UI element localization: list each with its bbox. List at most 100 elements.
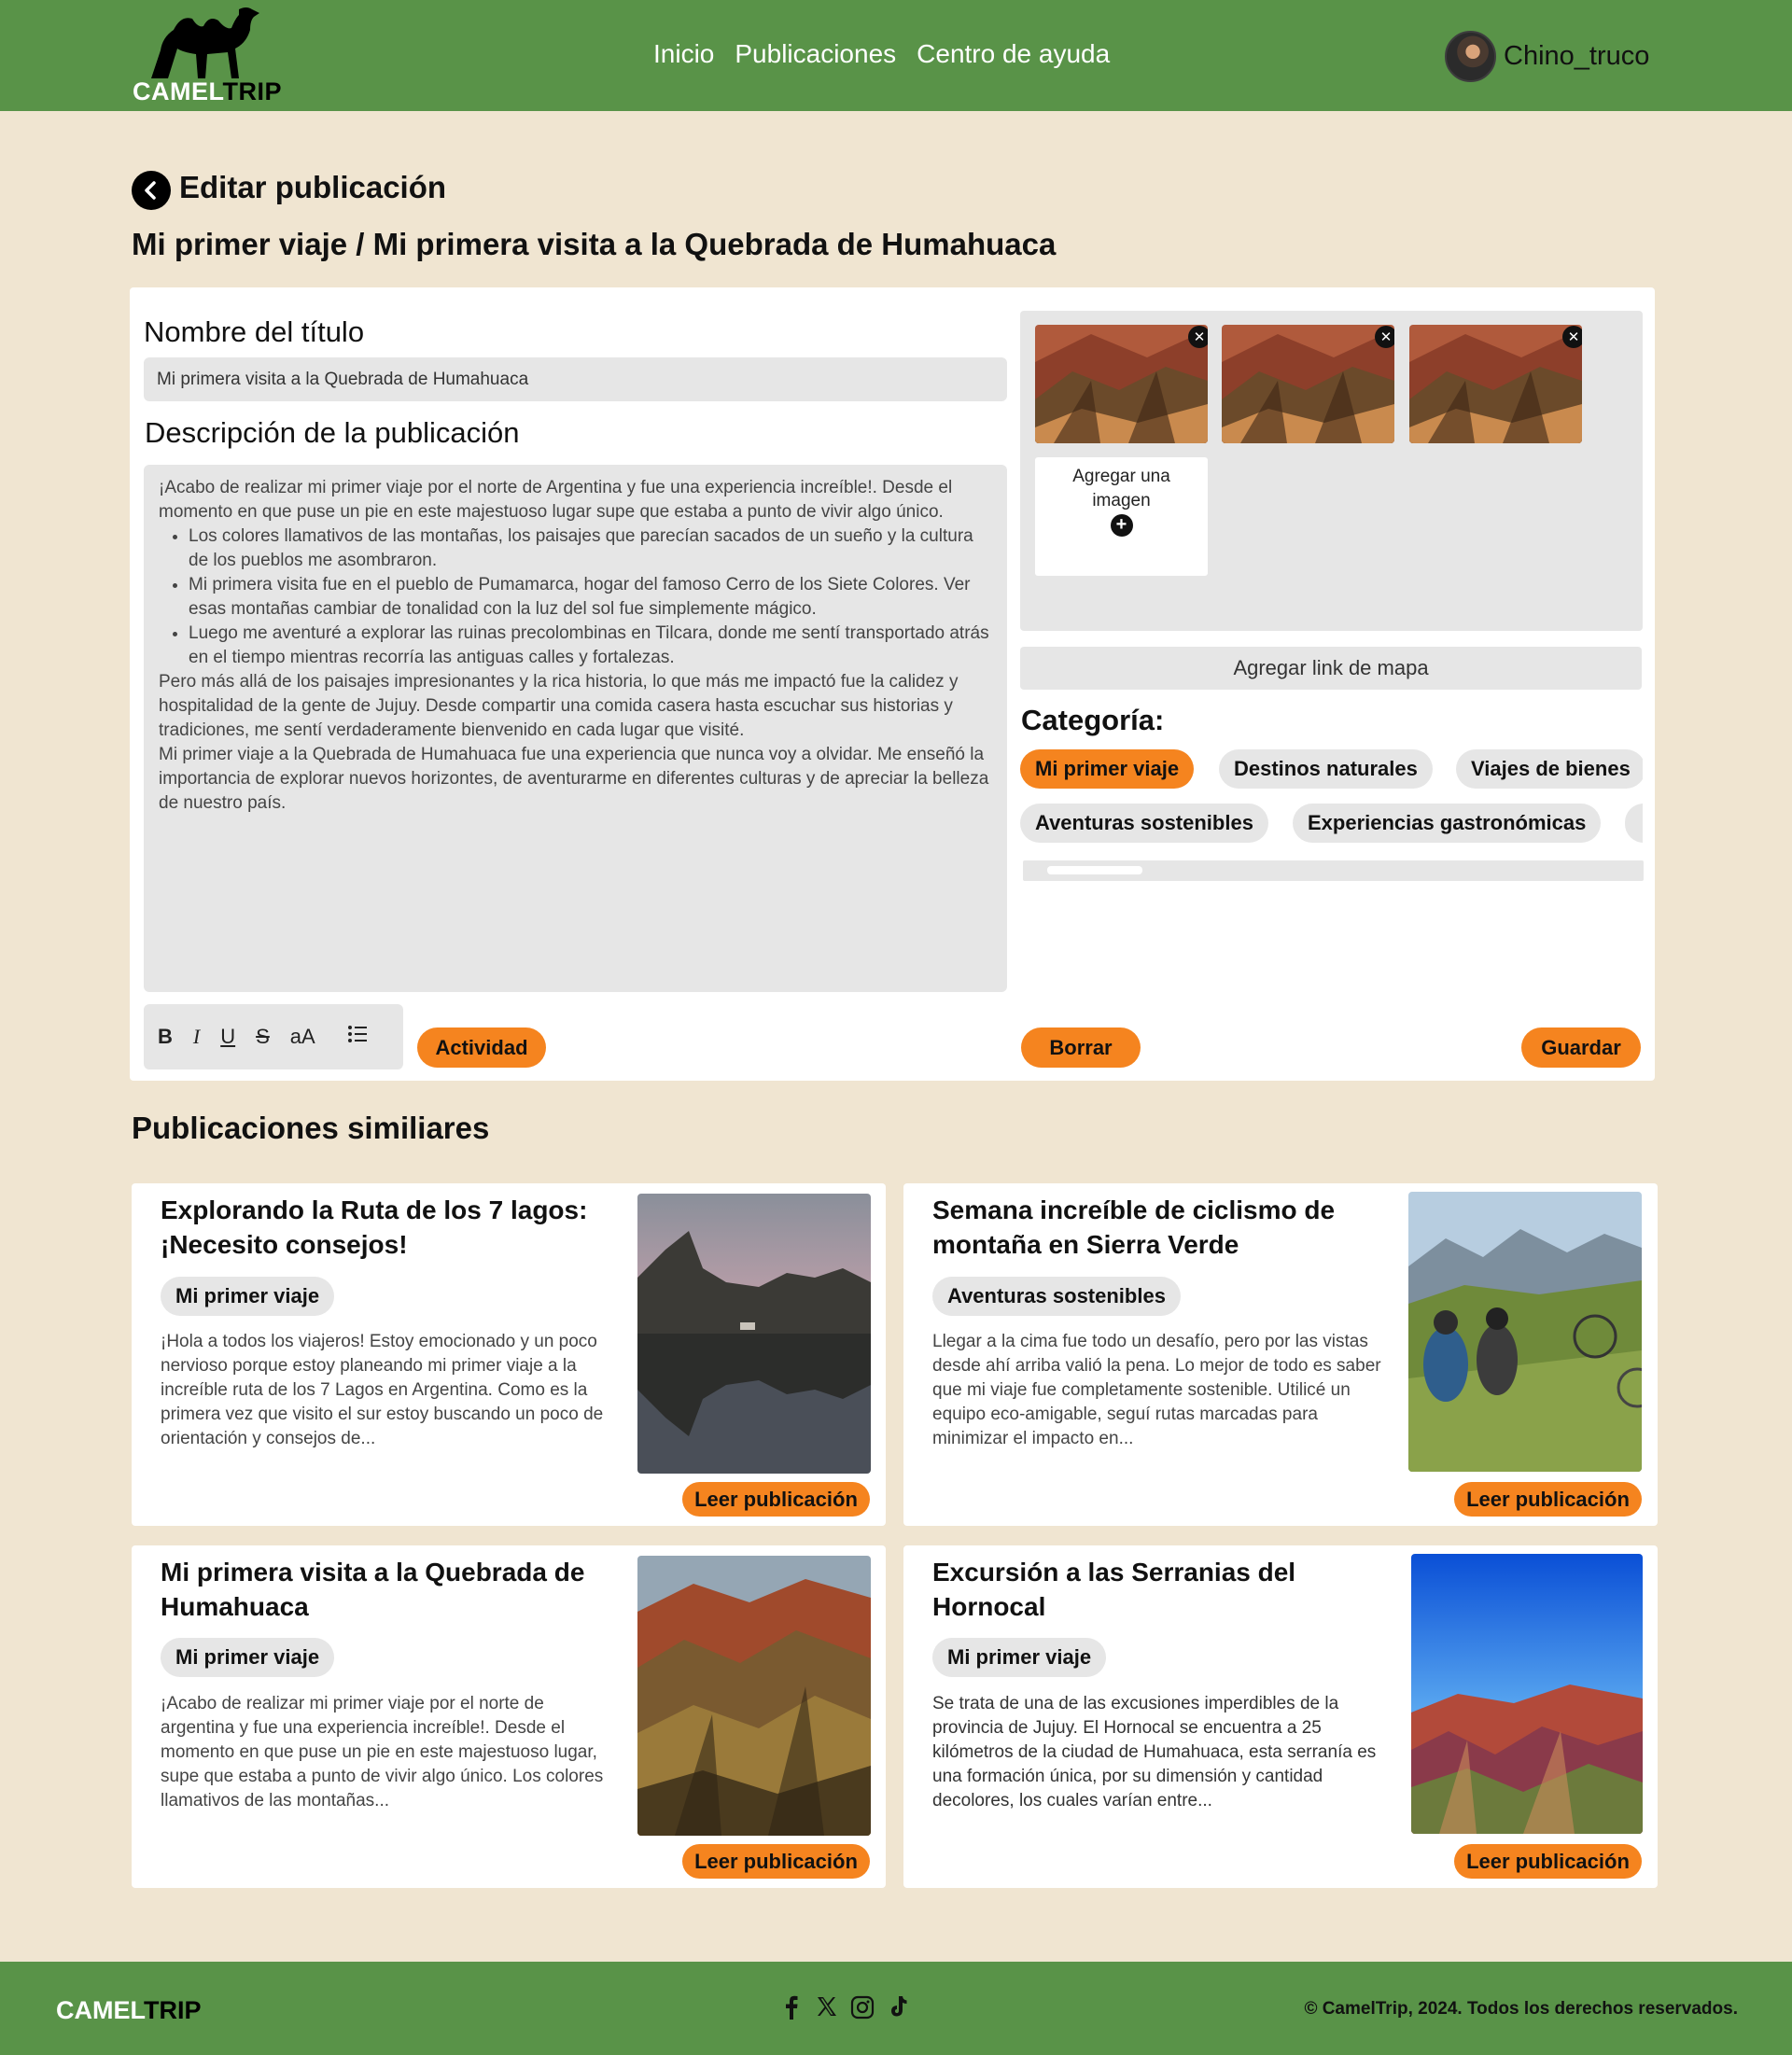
mountain-image <box>1035 325 1208 443</box>
add-image-label: Agregar una imagen <box>1072 467 1170 510</box>
facebook-icon[interactable] <box>779 1995 804 2021</box>
main-nav: Inicio Publicaciones Centro de ayuda <box>653 39 1110 69</box>
post-card-excerpt: ¡Hola a todos los viajeros! Estoy emocio… <box>161 1332 604 1448</box>
hornocal-image <box>1411 1554 1643 1834</box>
post-card-tag: Mi primer viaje <box>161 1277 335 1316</box>
description-bullet: Los colores llamativos de las montañas, … <box>189 524 992 573</box>
italic-button[interactable]: I <box>193 1025 200 1049</box>
description-bullet: Luego me aventuré a explorar las ruinas … <box>189 622 992 670</box>
description-intro: ¡Acabo de realizar mi primer viaje por e… <box>159 478 953 522</box>
remove-image-icon[interactable]: ✕ <box>1375 326 1394 348</box>
x-twitter-icon[interactable] <box>815 1995 839 2021</box>
category-chip-aventuras-sostenibles[interactable]: Aventuras sostenibles <box>1020 804 1268 843</box>
post-card-excerpt: Se trata de una de las excusiones imperd… <box>932 1694 1377 1810</box>
gallery-image[interactable]: ✕ <box>1035 325 1208 443</box>
social-links <box>779 1995 910 2021</box>
user-menu[interactable]: Chino_truco <box>1445 31 1649 82</box>
cyclists-image <box>1408 1192 1642 1472</box>
description-paragraph: Pero más allá de los paisajes impresiona… <box>159 672 959 740</box>
site-footer: CAMELTRIP © CamelTrip, 2024. Todos los d… <box>0 1962 1792 2055</box>
user-name[interactable]: Chino_truco <box>1504 41 1649 72</box>
mountain-image <box>1222 325 1394 443</box>
title-field-label: Nombre del título <box>144 315 365 348</box>
strikethrough-button[interactable]: S <box>256 1025 270 1049</box>
logo-text-dark: TRIP <box>222 77 283 105</box>
category-scrollbar[interactable] <box>1023 860 1644 881</box>
post-card-title[interactable]: Explorando la Ruta de los 7 lagos: ¡Nece… <box>161 1193 618 1262</box>
description-bullet: Mi primera visita fue en el pueblo de Pu… <box>189 573 992 622</box>
breadcrumb: Mi primer viaje / Mi primera visita a la… <box>132 227 1057 261</box>
post-card-image[interactable] <box>1411 1554 1643 1834</box>
edit-post-form: Nombre del título Descripción de la publ… <box>130 287 1655 1081</box>
page-title: Editar publicación <box>179 170 447 204</box>
post-card-image[interactable] <box>1408 1192 1642 1472</box>
logo-text-light: CAMEL <box>133 77 223 105</box>
chevron-left-icon <box>145 181 156 200</box>
read-post-button[interactable]: Leer publicación <box>1454 1844 1642 1879</box>
post-card-tag: Aventuras sostenibles <box>932 1277 1181 1316</box>
cameltrip-logo[interactable]: CAMELTRIP <box>133 6 291 106</box>
title-input[interactable] <box>144 357 1007 401</box>
post-card-image[interactable] <box>637 1556 871 1836</box>
category-chip-mi-primer-viaje[interactable]: Mi primer viaje <box>1020 749 1195 789</box>
description-bullet-list: Los colores llamativos de las montañas, … <box>189 524 992 670</box>
image-gallery: ✕ ✕ ✕ Agregar una imagen + <box>1020 311 1643 631</box>
post-card-tag: Mi primer viaje <box>161 1638 335 1677</box>
category-chip-destinos-naturales[interactable]: Destinos naturales <box>1219 749 1433 789</box>
bold-button[interactable]: B <box>158 1025 173 1049</box>
back-button[interactable] <box>132 171 171 210</box>
post-card: Explorando la Ruta de los 7 lagos: ¡Nece… <box>132 1183 886 1526</box>
remove-image-icon[interactable]: ✕ <box>1188 326 1208 348</box>
text-case-button[interactable]: aA <box>290 1025 315 1049</box>
post-card-title[interactable]: Excursión a las Serranias del Hornocal <box>932 1555 1390 1624</box>
mountain-image <box>637 1556 871 1836</box>
read-post-button[interactable]: Leer publicación <box>682 1844 870 1879</box>
footer-logo-light: CAMEL <box>56 1996 144 2024</box>
save-button[interactable]: Guardar <box>1521 1028 1641 1068</box>
underline-button[interactable]: U <box>220 1025 235 1049</box>
tiktok-icon[interactable] <box>886 1995 910 2021</box>
post-card: Excursión a las Serranias del Hornocal M… <box>903 1545 1658 1888</box>
plus-icon: + <box>1110 514 1133 537</box>
mountain-image <box>1409 325 1582 443</box>
nav-inicio[interactable]: Inicio <box>653 39 714 69</box>
scrollbar-thumb[interactable] <box>1047 866 1142 874</box>
nav-publicaciones[interactable]: Publicaciones <box>735 39 896 69</box>
category-chip-partial[interactable] <box>1625 804 1643 843</box>
add-map-link-button[interactable]: Agregar link de mapa <box>1020 647 1642 690</box>
post-card-title[interactable]: Mi primera visita a la Quebrada de Humah… <box>161 1555 627 1624</box>
post-card-excerpt: Llegar a la cima fue todo un desafío, pe… <box>932 1332 1381 1448</box>
text-format-toolbar: B I U S aA <box>144 1004 403 1069</box>
post-card-excerpt: ¡Acabo de realizar mi primer viaje por e… <box>161 1694 604 1810</box>
lake-image <box>637 1194 871 1474</box>
similar-posts-heading: Publicaciones similiares <box>132 1111 490 1145</box>
nav-centro-ayuda[interactable]: Centro de ayuda <box>917 39 1110 69</box>
footer-logo-dark: TRIP <box>144 1996 202 2024</box>
description-field-label: Descripción de la publicación <box>145 416 520 449</box>
avatar[interactable] <box>1445 31 1496 82</box>
post-card: Semana increíble de ciclismo de montaña … <box>903 1183 1658 1526</box>
read-post-button[interactable]: Leer publicación <box>682 1482 870 1517</box>
post-card-tag: Mi primer viaje <box>932 1638 1107 1677</box>
post-card-title[interactable]: Semana increíble de ciclismo de montaña … <box>932 1193 1390 1262</box>
gallery-image[interactable]: ✕ <box>1409 325 1582 443</box>
camel-icon <box>151 7 259 78</box>
delete-button[interactable]: Borrar <box>1021 1028 1141 1068</box>
site-header: CAMELTRIP Inicio Publicaciones Centro de… <box>0 0 1792 111</box>
category-chip-viajes-de-bienes[interactable]: Viajes de bienes <box>1456 749 1643 789</box>
category-chip-experiencias-gastronomicas[interactable]: Experiencias gastronómicas <box>1293 804 1602 843</box>
instagram-icon[interactable] <box>850 1995 875 2021</box>
remove-image-icon[interactable]: ✕ <box>1562 326 1582 348</box>
post-card: Mi primera visita a la Quebrada de Humah… <box>132 1545 886 1888</box>
bullet-list-icon[interactable] <box>347 1024 368 1050</box>
activity-button[interactable]: Actividad <box>417 1028 546 1068</box>
gallery-image[interactable]: ✕ <box>1222 325 1394 443</box>
add-image-button[interactable]: Agregar una imagen + <box>1035 457 1208 576</box>
category-label: Categoría: <box>1021 704 1165 736</box>
read-post-button[interactable]: Leer publicación <box>1454 1482 1642 1517</box>
post-card-image[interactable] <box>637 1194 871 1474</box>
description-paragraph: Mi primer viaje a la Quebrada de Humahua… <box>159 745 989 813</box>
description-textarea[interactable]: ¡Acabo de realizar mi primer viaje por e… <box>144 465 1007 992</box>
footer-logo[interactable]: CAMELTRIP <box>56 1996 202 2025</box>
category-chip-list: Mi primer viaje Destinos naturales Viaje… <box>1020 749 1643 852</box>
